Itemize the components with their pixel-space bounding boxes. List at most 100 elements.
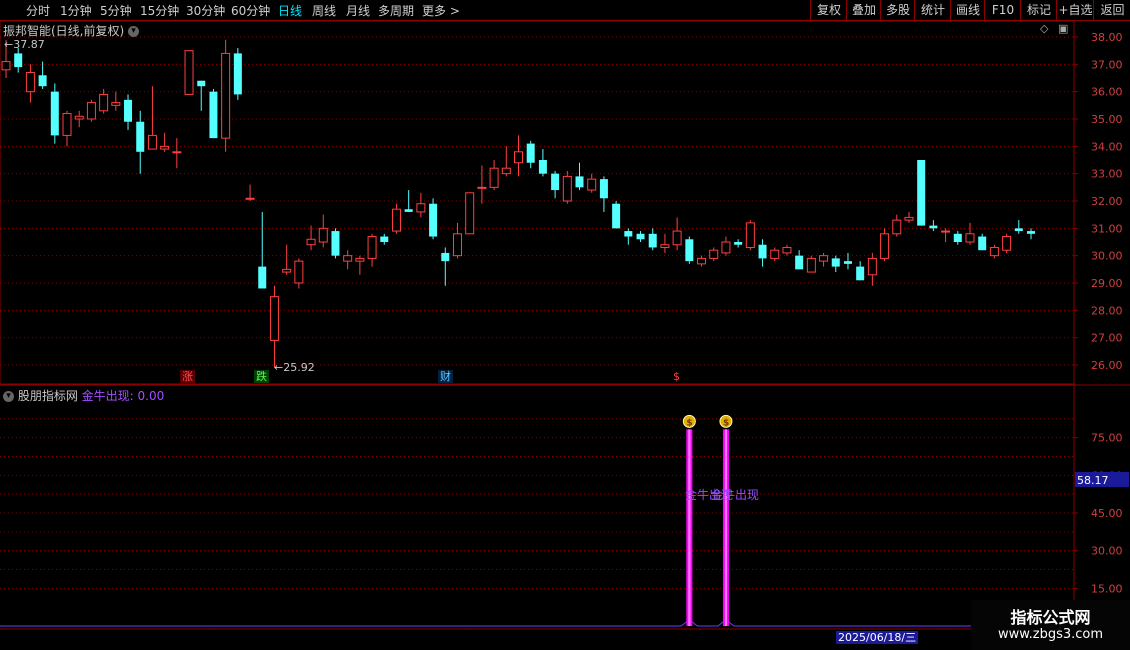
event-marker-2[interactable]: 财: [438, 370, 453, 383]
period-tab-4[interactable]: 30分钟: [186, 2, 225, 19]
event-marker-3[interactable]: $: [671, 370, 682, 383]
candle-body: [25, 72, 35, 93]
candle-body: [624, 231, 633, 237]
candle-body: [221, 52, 231, 139]
candle-body: [770, 249, 780, 259]
candle-body: [599, 179, 608, 199]
candle-body: [184, 50, 194, 95]
candle-body: [758, 244, 767, 259]
low-price-label: ←25.92: [274, 361, 315, 374]
toolbar-button-6[interactable]: 标记: [1020, 0, 1057, 20]
y-tick-label: 30.00: [1091, 250, 1123, 263]
toolbar-button-3[interactable]: 统计: [914, 0, 951, 20]
period-tab-9[interactable]: 多周期: [378, 2, 414, 19]
candle-body: [489, 167, 499, 188]
candle-body: [147, 134, 157, 150]
money-bag-glyph: $: [686, 418, 692, 428]
period-tab-8[interactable]: 月线: [346, 2, 370, 19]
candle-body: [697, 257, 707, 265]
toolbar-button-2[interactable]: 多股: [880, 0, 915, 20]
chevron-down-icon[interactable]: ▾: [3, 391, 14, 402]
y-tick-label: 26.00: [1091, 359, 1123, 372]
candle-body: [562, 175, 572, 202]
candle-body: [465, 192, 475, 235]
toolbar-button-4[interactable]: 画线: [950, 0, 985, 20]
candle-body: [867, 257, 877, 276]
indicator-name: 股朋指标网: [17, 389, 78, 403]
candle-body: [819, 255, 829, 262]
indicator-tick-label: 75.00: [1091, 432, 1123, 445]
y-tick-label: 36.00: [1091, 86, 1123, 99]
period-tab-5[interactable]: 60分钟: [231, 2, 270, 19]
indicator-annotation: 金牛出现金牛出现: [685, 488, 760, 502]
y-tick-label: 37.00: [1091, 58, 1123, 71]
candle-body: [538, 160, 547, 174]
toolbar-button-7[interactable]: +自选: [1056, 0, 1094, 20]
candle-body: [782, 246, 792, 254]
candle-body: [62, 113, 72, 136]
indicator-baseline: [0, 621, 1074, 627]
candle-body: [501, 167, 511, 175]
y-tick-label: 27.00: [1091, 332, 1123, 345]
y-tick-label: 28.00: [1091, 304, 1123, 317]
chevron-down-icon[interactable]: ▾: [128, 26, 140, 37]
period-tab-1[interactable]: 1分钟: [60, 2, 92, 19]
toolbar-button-5[interactable]: F10: [984, 0, 1021, 20]
period-tab-10[interactable]: 更多 >: [422, 2, 460, 19]
period-tab-6[interactable]: 日线: [278, 2, 302, 19]
period-tab-7[interactable]: 周线: [312, 2, 336, 19]
candle-body: [124, 99, 133, 122]
candle-body: [587, 178, 597, 191]
y-tick-label: 33.00: [1091, 168, 1123, 181]
candle-body: [172, 151, 182, 154]
window-icon[interactable]: ▣: [1058, 22, 1068, 35]
chart-title: 振邦智能(日线,前复权) ▾: [3, 22, 140, 39]
event-marker-1[interactable]: 跌: [254, 370, 269, 383]
candle-body: [99, 93, 109, 112]
candle-body: [269, 296, 279, 341]
candle-body: [1027, 231, 1035, 234]
toolbar-button-1[interactable]: 叠加: [846, 0, 881, 20]
candle-body: [636, 233, 645, 240]
candle-body: [245, 197, 255, 200]
candle-body: [318, 227, 328, 243]
candle-body: [1, 61, 11, 71]
indicator-title: ▾ 股朋指标网 金牛出现: 0.00: [3, 387, 164, 404]
candle-body: [575, 176, 584, 188]
candle-body: [514, 151, 523, 164]
candle-body: [86, 102, 96, 120]
diamond-icon[interactable]: ◇: [1040, 22, 1048, 35]
candle-body: [941, 230, 951, 233]
candle-body: [892, 219, 902, 235]
high-price-label: ←37.87: [4, 38, 45, 51]
candle-body: [856, 266, 865, 281]
candle-body: [965, 233, 975, 243]
candle-body: [429, 203, 438, 237]
candle-body: [904, 216, 914, 221]
period-tab-0[interactable]: 分时: [26, 2, 50, 19]
candle-body: [441, 252, 450, 262]
candle-body: [721, 241, 731, 254]
indicator-tick-label: 30.00: [1091, 545, 1123, 558]
period-toolbar: 分时 1分钟 5分钟 15分钟 30分钟 60分钟 日线 周线 月线 多周期 更多 > 复权 叠加 多股统…: [0, 0, 1130, 21]
candle-body: [831, 258, 840, 267]
toolbar-button-8[interactable]: 返回: [1093, 0, 1130, 20]
candle-body: [917, 160, 926, 226]
candle-body: [806, 257, 816, 273]
candle-body: [380, 236, 389, 242]
candle-body: [14, 53, 23, 68]
series-label: 金牛出现:: [81, 389, 134, 403]
y-tick-label: 29.00: [1091, 277, 1123, 290]
watermark-url: www.zbgs3.com: [997, 627, 1104, 642]
candle-body: [258, 266, 267, 289]
period-tab-3[interactable]: 15分钟: [140, 2, 179, 19]
period-tab-2[interactable]: 5分钟: [100, 2, 132, 19]
toolbar-button-0[interactable]: 复权: [810, 0, 847, 20]
candle-body: [843, 261, 852, 264]
candle-body: [880, 233, 890, 259]
candle-body: [282, 268, 292, 273]
event-marker-0[interactable]: 涨: [180, 370, 195, 383]
candle-body: [612, 203, 621, 229]
candle-body: [929, 225, 938, 229]
watermark: 指标公式网 www.zbgs3.com: [971, 600, 1130, 650]
